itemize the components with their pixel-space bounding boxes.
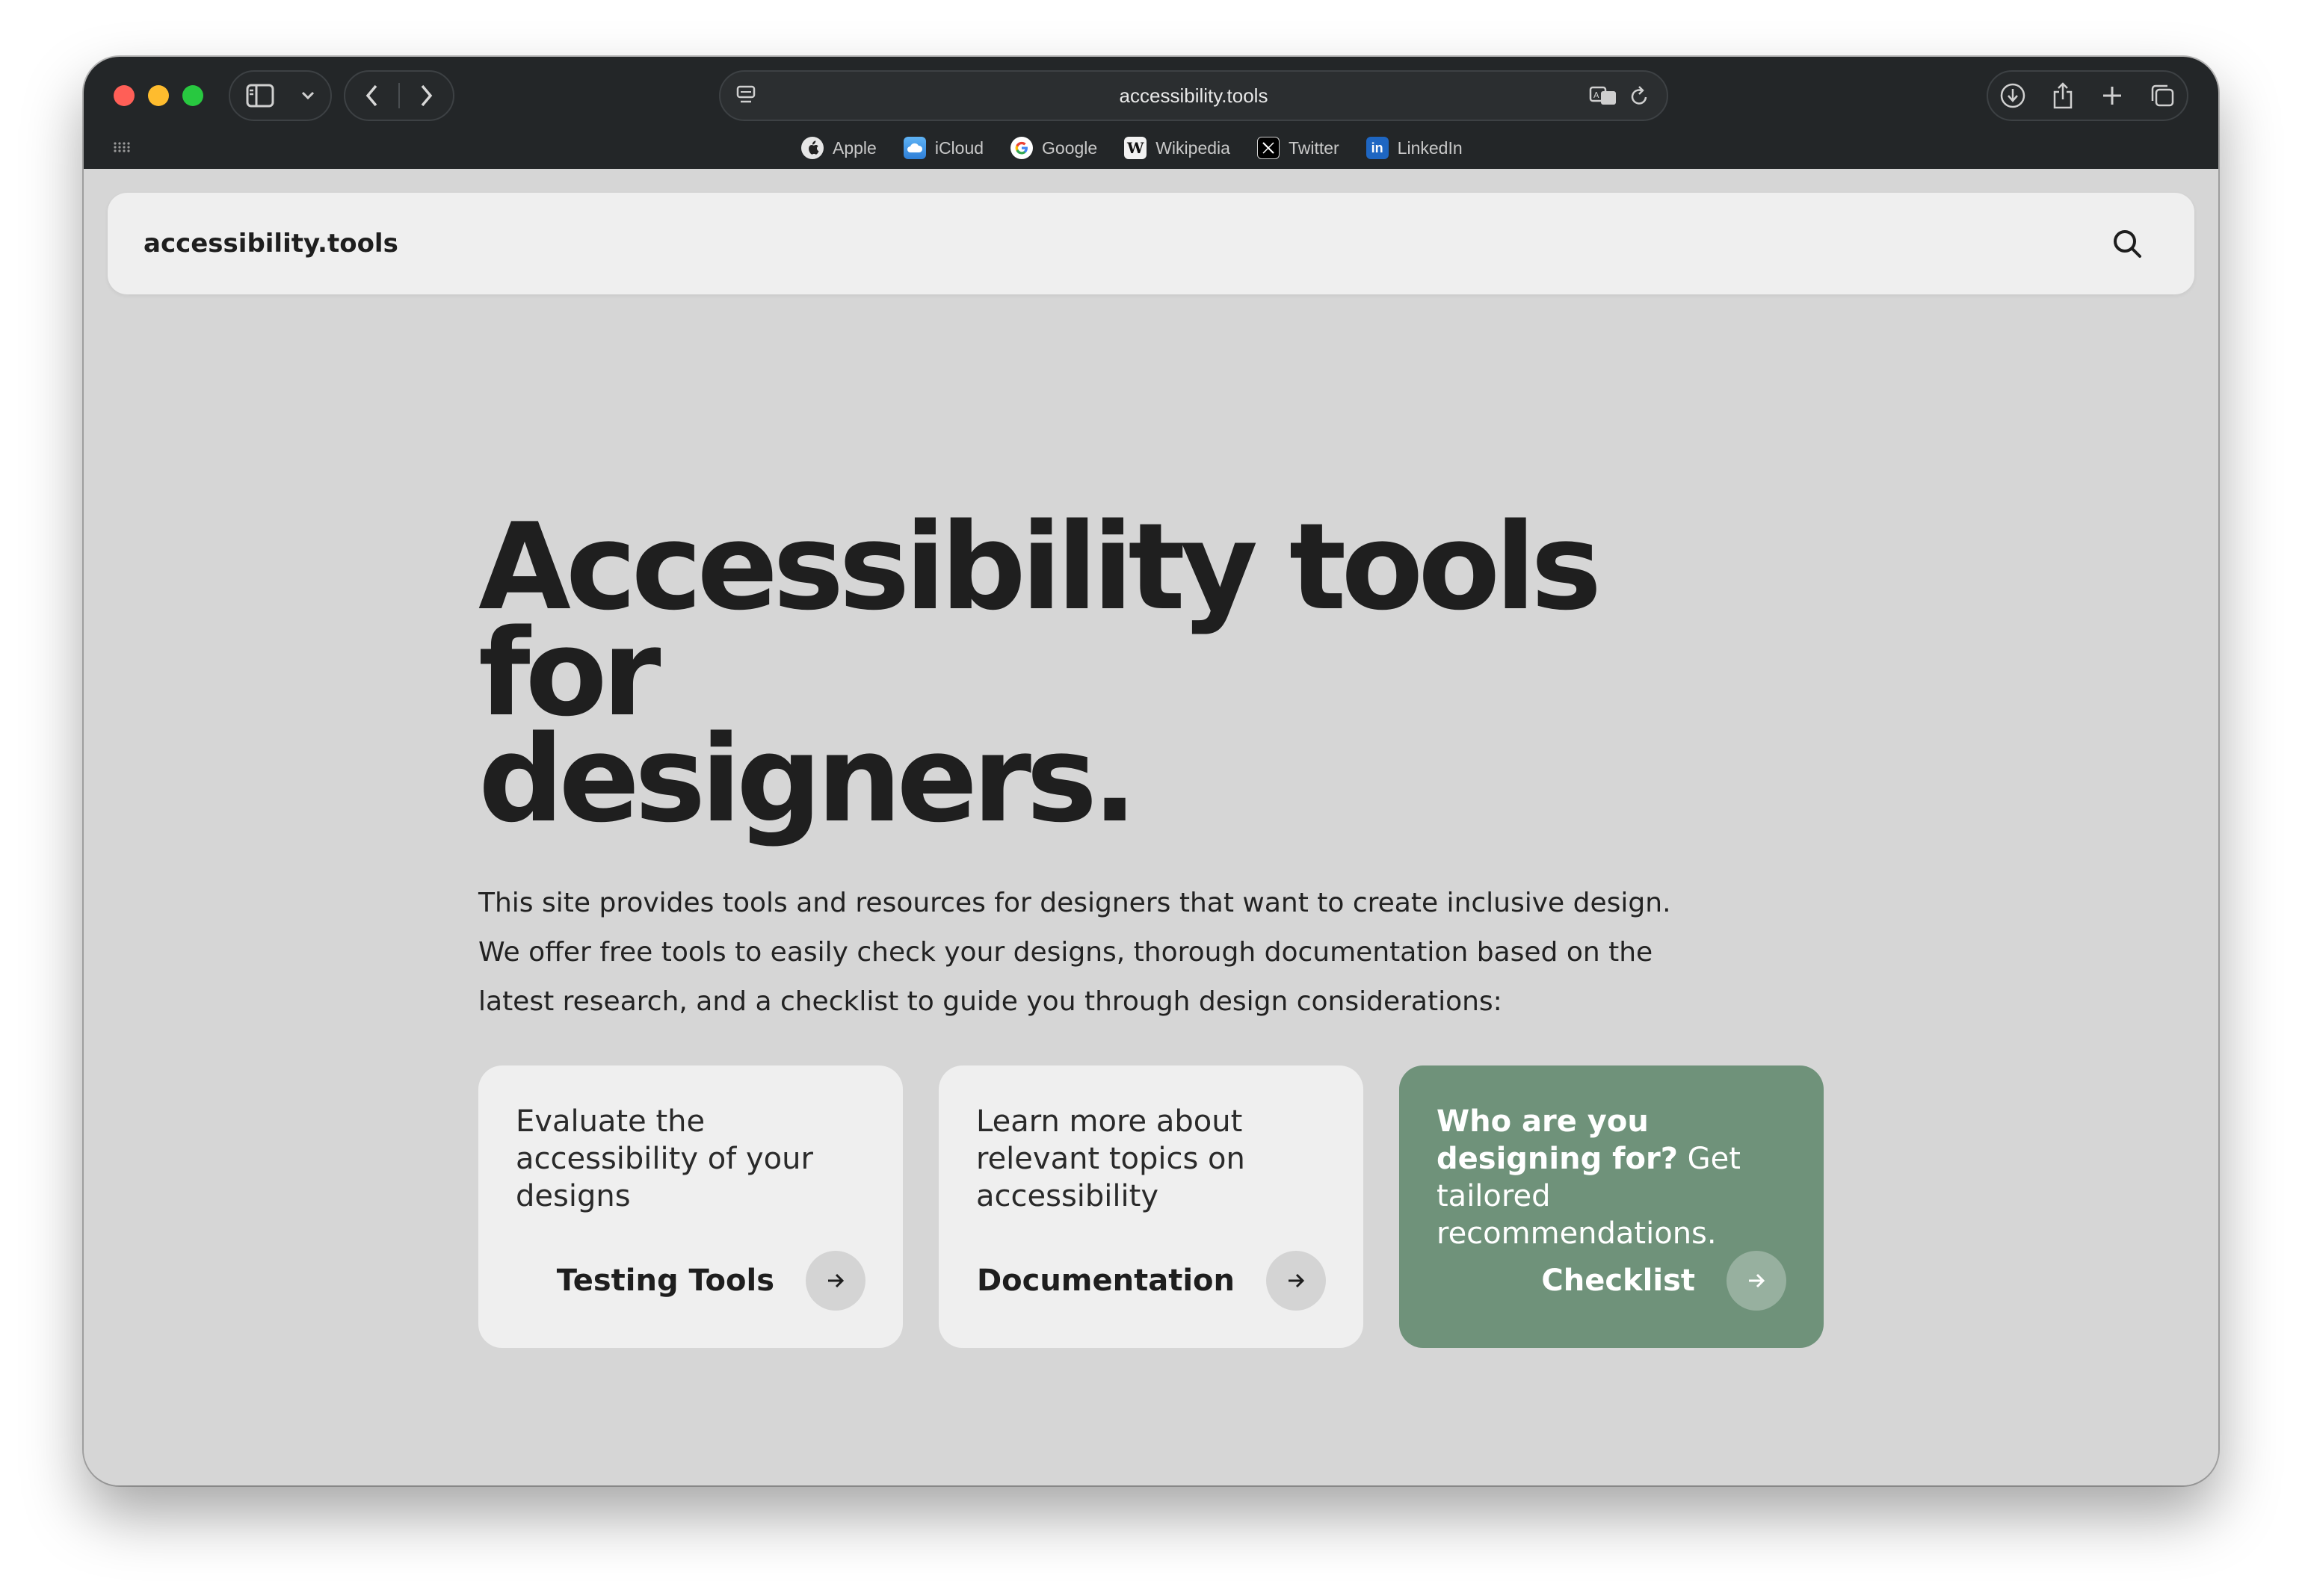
toolbar-actions-group — [1987, 70, 2188, 121]
hero-title-line-2: designers. — [478, 709, 1138, 849]
card-label: Testing Tools — [556, 1264, 774, 1298]
tab-overview-icon[interactable] — [2140, 72, 2185, 120]
sidebar-icon[interactable] — [230, 72, 290, 120]
checklist-link[interactable]: Checklist — [1541, 1251, 1786, 1311]
navigation-group — [344, 70, 454, 121]
download-icon[interactable] — [1990, 72, 2035, 120]
reload-icon[interactable] — [1625, 81, 1655, 111]
card-description: Learn more about relevant topics on acce… — [976, 1104, 1245, 1213]
hero-title-line-1: Accessibility tools for — [478, 497, 1602, 743]
card-label: Documentation — [976, 1264, 1235, 1298]
chevron-down-icon[interactable] — [290, 72, 326, 120]
favorite-apple[interactable]: Apple — [801, 137, 877, 159]
cards-row: Evaluate the accessibility of your desig… — [478, 1065, 1824, 1348]
svg-text:A: A — [1593, 90, 1599, 100]
new-tab-plus-icon[interactable] — [2090, 72, 2135, 120]
browser-toolbar: accessibility.tools A Apple iCloud Googl… — [84, 57, 2218, 169]
forward-chevron-icon[interactable] — [400, 72, 453, 120]
favorite-linkedin[interactable]: in LinkedIn — [1366, 137, 1463, 159]
testing-tools-card[interactable]: Evaluate the accessibility of your desig… — [478, 1065, 903, 1348]
linkedin-icon: in — [1366, 137, 1389, 159]
address-bar[interactable]: accessibility.tools A — [719, 70, 1668, 121]
grid-icon[interactable] — [109, 134, 135, 160]
card-description: Who are you designing for? Get tailored … — [1437, 1103, 1786, 1252]
icloud-icon — [903, 137, 926, 159]
card-description-bold: Who are you designing for? — [1437, 1104, 1678, 1176]
card-description: Evaluate the accessibility of your desig… — [516, 1104, 813, 1213]
search-icon[interactable] — [2111, 227, 2144, 260]
share-icon[interactable] — [2040, 72, 2085, 120]
favorite-google[interactable]: Google — [1010, 137, 1097, 159]
apple-icon — [801, 137, 824, 159]
documentation-card[interactable]: Learn more about relevant topics on acce… — [939, 1065, 1363, 1348]
card-label: Checklist — [1541, 1264, 1695, 1298]
favorite-twitter[interactable]: Twitter — [1256, 137, 1339, 159]
web-page: accessibility.tools Accessibility tools … — [84, 169, 2218, 1485]
twitter-x-icon — [1256, 137, 1280, 159]
arrow-right-icon[interactable] — [1726, 1251, 1786, 1311]
google-icon — [1010, 137, 1034, 159]
favorite-icloud[interactable]: iCloud — [903, 137, 984, 159]
wikipedia-icon: W — [1124, 137, 1147, 159]
documentation-link[interactable]: Documentation — [977, 1251, 1326, 1311]
site-header: accessibility.tools — [108, 193, 2194, 294]
hero-intro: This site provides tools and resources f… — [478, 888, 1671, 1017]
url-text: accessibility.tools — [1119, 84, 1268, 107]
browser-window: accessibility.tools A Apple iCloud Googl… — [84, 57, 2218, 1485]
site-logo[interactable]: accessibility.tools — [144, 193, 398, 294]
back-chevron-icon[interactable] — [345, 72, 398, 120]
translate-icon[interactable]: A — [1587, 81, 1620, 111]
sidebar-toggle-group — [229, 70, 332, 121]
arrow-right-icon[interactable] — [1266, 1251, 1326, 1311]
hero-section: Accessibility tools for designers. This … — [478, 507, 1749, 1027]
checklist-card[interactable]: Who are you designing for? Get tailored … — [1399, 1065, 1824, 1348]
window-controls — [114, 85, 203, 106]
zoom-window-button[interactable] — [182, 85, 203, 106]
minimize-window-button[interactable] — [148, 85, 169, 106]
close-window-button[interactable] — [114, 85, 135, 106]
arrow-right-icon[interactable] — [806, 1251, 865, 1311]
favorites-bar: Apple iCloud Google W Wikipedia Twitter … — [801, 132, 1463, 164]
testing-tools-link[interactable]: Testing Tools — [557, 1251, 865, 1311]
hero-title: Accessibility tools for designers. — [478, 507, 1749, 839]
favorite-wikipedia[interactable]: W Wikipedia — [1124, 137, 1230, 159]
